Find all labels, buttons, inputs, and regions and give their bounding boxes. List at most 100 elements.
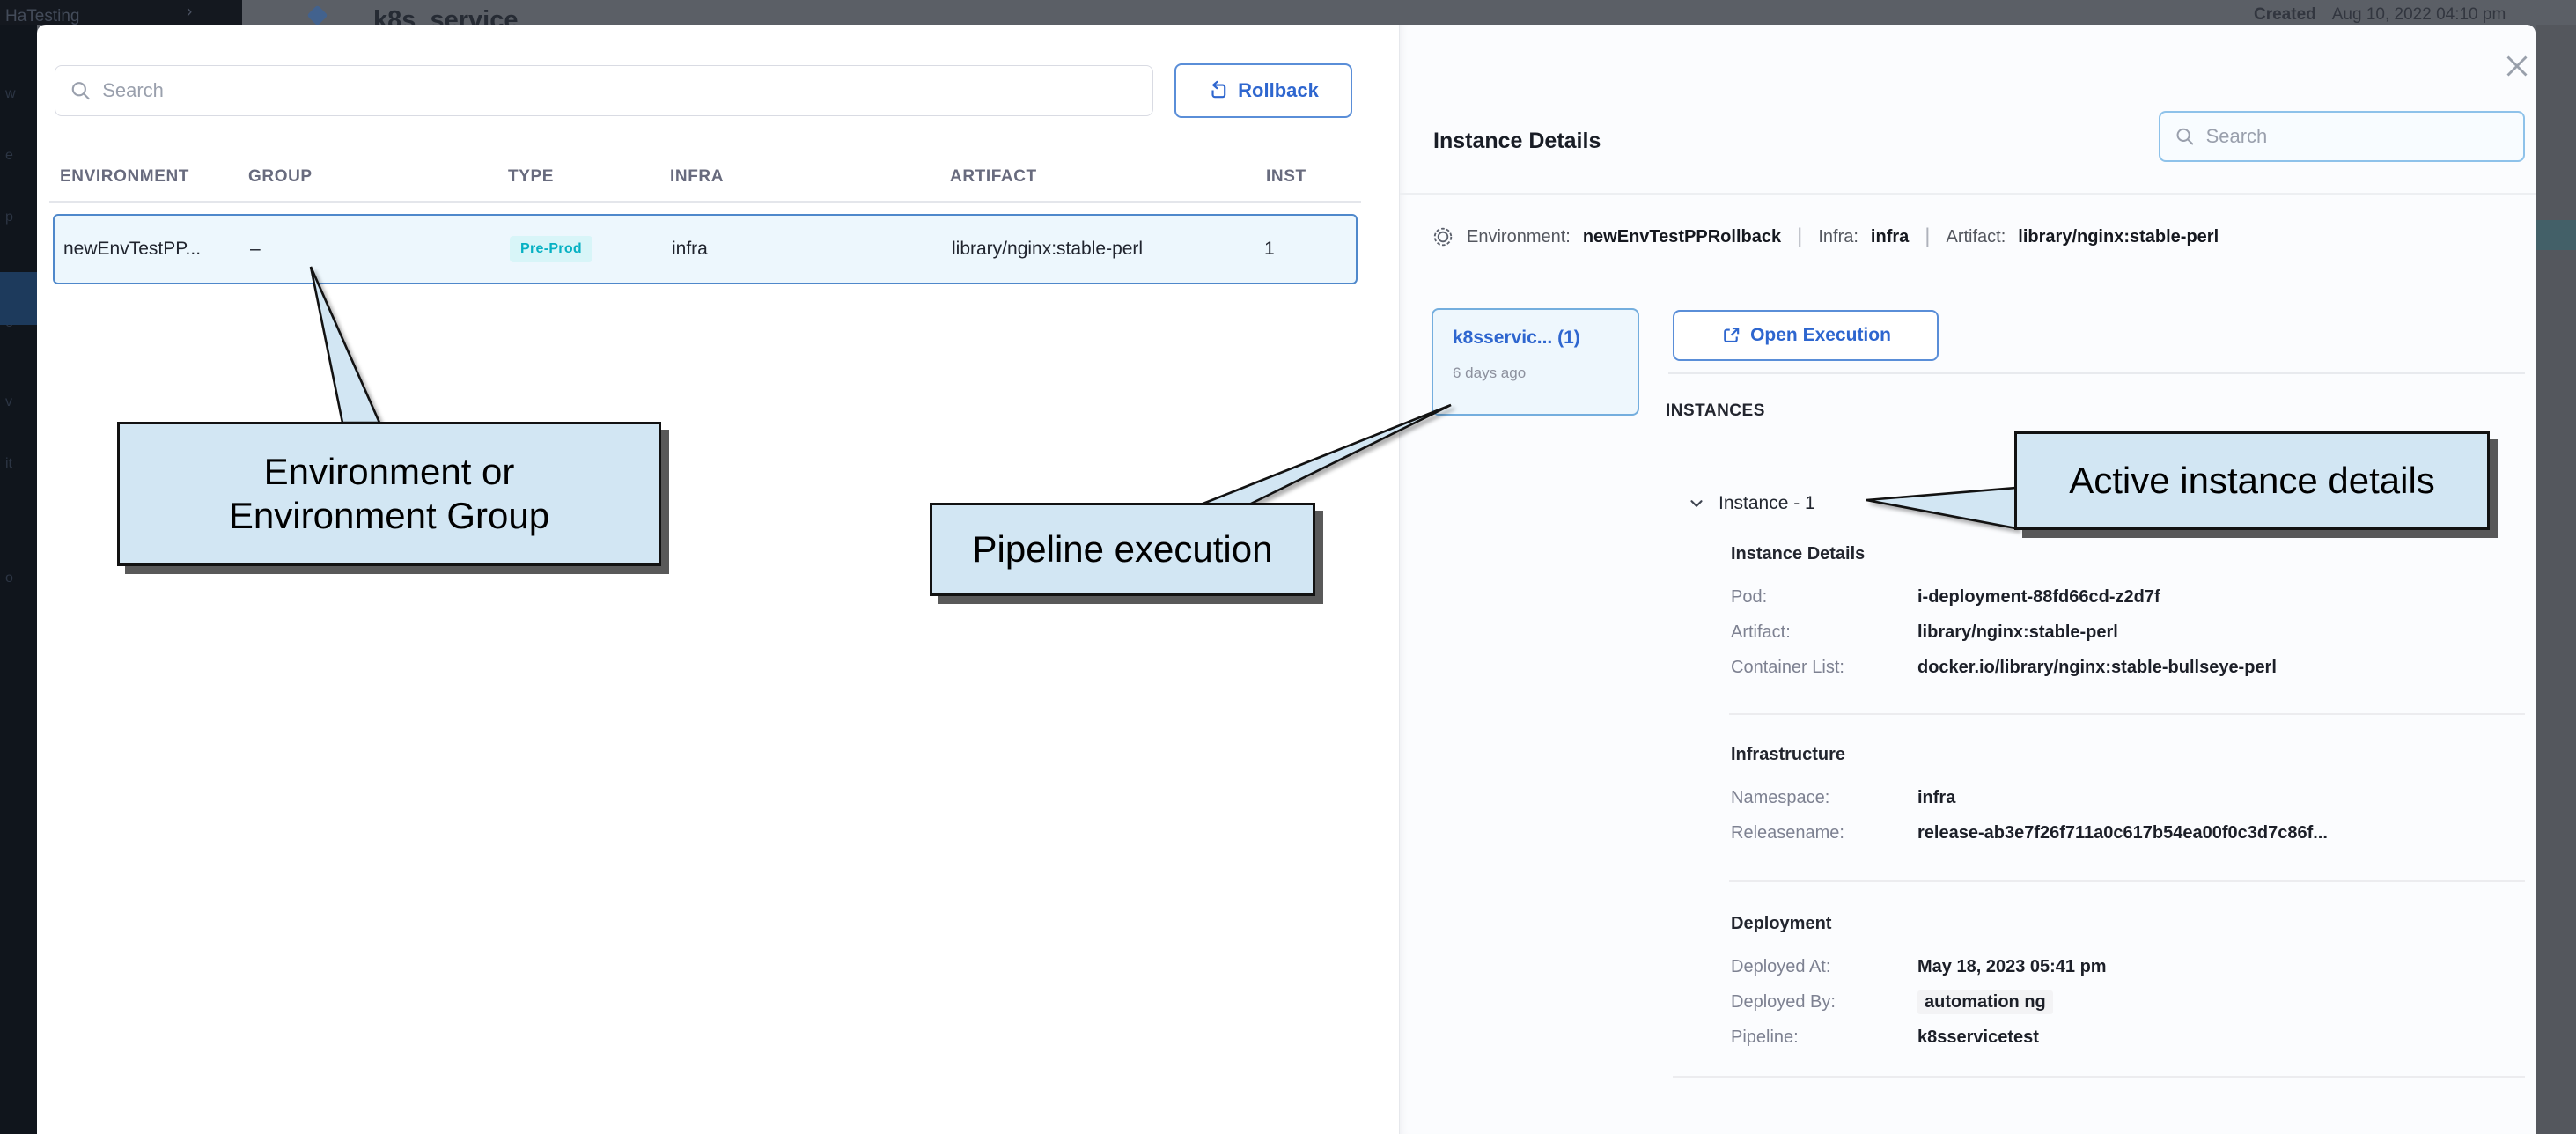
rollback-label: Rollback [1238,79,1319,102]
callout-text: Environment Group [229,494,549,538]
dimmed-sidebar-active-item [0,272,37,325]
instances-section-label: INSTANCES [1666,401,1765,421]
detail-label: Namespace: [1731,788,1917,808]
external-link-icon [1720,325,1741,346]
search-input[interactable] [2206,125,2509,148]
nav-fragment: it [5,456,12,472]
environment-value: newEnvTestPPRollback [1583,227,1781,247]
close-icon[interactable] [2500,49,2534,83]
detail-label: Pod: [1731,587,1917,608]
callout-text: Environment or [264,450,515,494]
nav-fragment: o [5,571,13,586]
row-infra: infra [672,239,708,260]
row-environment: newEnvTestPP... [63,239,201,260]
detail-label: Deployed By: [1731,992,1917,1012]
infrastructure-section: Infrastructure Namespace:infra Releasena… [1731,745,2532,850]
environments-search[interactable] [55,65,1153,116]
detail-value: docker.io/library/nginx:stable-bullseye-… [1917,658,2277,678]
section-heading: Infrastructure [1731,745,2532,780]
col-header-group: GROUP [248,167,313,187]
instances-search[interactable] [2159,111,2525,162]
detail-label: Artifact: [1731,622,1917,643]
detail-row: Pod:i-deployment-88fd66cd-z2d7f [1731,579,2532,615]
detail-value: release-ab3e7f26f711a0c617b54ea00f0c3d7c… [1917,823,2328,843]
detail-row: Releasename:release-ab3e7f26f711a0c617b5… [1731,815,2532,850]
nav-fragment: v [5,394,12,410]
section-heading: Instance Details [1731,544,2532,579]
detail-row: Pipeline:k8sservicetest [1731,1020,2532,1055]
separator: | [1921,225,1933,249]
rollback-icon [1208,80,1229,101]
dimmed-sidebar-sliver: w e p e v it o [0,25,37,1134]
table-header-divider [49,201,1361,202]
section-divider [1729,880,2525,882]
pipeline-execution-callout: Pipeline execution [930,503,1315,596]
pre-prod-badge: Pre-Prod [510,236,592,262]
instance-details-section: Instance Details Pod:i-deployment-88fd66… [1731,544,2532,685]
pipeline-execution-card[interactable]: k8sservic... (1) 6 days ago [1432,308,1639,416]
col-header-artifact: ARTIFACT [950,167,1037,187]
detail-row: Deployed By:automation ng [1731,984,2532,1020]
open-execution-button[interactable]: Open Execution [1673,310,1939,361]
created-timestamp: Created Aug 10, 2022 04:10 pm [2254,5,2506,25]
environment-summary: Environment: newEnvTestPPRollback | Infr… [1432,220,2219,254]
artifact-label: Artifact: [1947,227,2006,247]
chevron-down-icon [1687,494,1706,513]
detail-value: May 18, 2023 05:41 pm [1917,957,2107,977]
detail-value: k8sservicetest [1917,1027,2039,1048]
infra-value: infra [1871,227,1909,247]
detail-value: automation ng [1917,990,2053,1014]
instance-title: Instance - 1 [1719,493,1815,514]
row-inst-count: 1 [1264,239,1275,260]
detail-row: Container List:docker.io/library/nginx:s… [1731,650,2532,685]
active-instance-callout: Active instance details [2014,431,2490,530]
instances-divider [1668,372,2525,374]
deployment-section: Deployment Deployed At:May 18, 2023 05:4… [1731,914,2532,1055]
project-name: HaTesting [5,7,80,26]
environment-icon [1432,225,1454,248]
detail-row: Artifact:library/nginx:stable-perl [1731,615,2532,650]
detail-value: i-deployment-88fd66cd-z2d7f [1917,587,2160,608]
search-icon [2175,125,2196,148]
execution-time: 6 days ago [1453,364,1638,382]
section-divider [1673,1076,2525,1078]
detail-label: Container List: [1731,658,1917,678]
row-group: – [250,239,261,260]
created-label: Created [2254,5,2316,24]
screen: HaTesting › k8s_service CreatedAug 10, 2… [0,0,2576,1134]
col-header-inst: INST [1266,167,1306,187]
col-header-infra: INFRA [670,167,724,187]
separator: | [1793,225,1806,249]
detail-label: Pipeline: [1731,1027,1917,1048]
section-heading: Deployment [1731,914,2532,949]
nav-fragment: p [5,210,13,225]
environment-callout: Environment or Environment Group [117,422,661,566]
dimmed-page-right [2536,25,2576,1134]
detail-row: Deployed At:May 18, 2023 05:41 pm [1731,949,2532,984]
environment-label: Environment: [1467,227,1571,247]
open-execution-label: Open Execution [1750,325,1891,346]
instance-expander[interactable]: Instance - 1 [1687,493,1815,514]
environment-row-selected[interactable]: newEnvTestPP... – Pre-Prod infra library… [53,214,1358,284]
infra-label: Infra: [1818,227,1858,247]
detail-row: Namespace:infra [1731,780,2532,815]
detail-value: infra [1917,788,1955,808]
detail-value: library/nginx:stable-perl [1917,622,2118,643]
detail-label: Deployed At: [1731,957,1917,977]
col-header-environment: ENVIRONMENT [60,167,189,187]
search-icon [70,79,92,102]
rollback-button[interactable]: Rollback [1174,63,1352,118]
breadcrumb-chevron-icon: › [187,3,192,22]
section-divider [1729,713,2525,715]
nav-fragment: e [5,148,13,164]
row-artifact: library/nginx:stable-perl [952,239,1143,260]
created-value: Aug 10, 2022 04:10 pm [2332,5,2506,24]
col-header-type: TYPE [508,167,554,187]
detail-label: Releasename: [1731,823,1917,843]
search-input[interactable] [102,79,1138,102]
panel-header-divider [1400,193,2536,195]
callout-text: Pipeline execution [973,527,1273,571]
artifact-value: library/nginx:stable-perl [2018,227,2219,247]
callout-text: Active instance details [2069,459,2435,503]
panel-title: Instance Details [1433,129,1601,154]
